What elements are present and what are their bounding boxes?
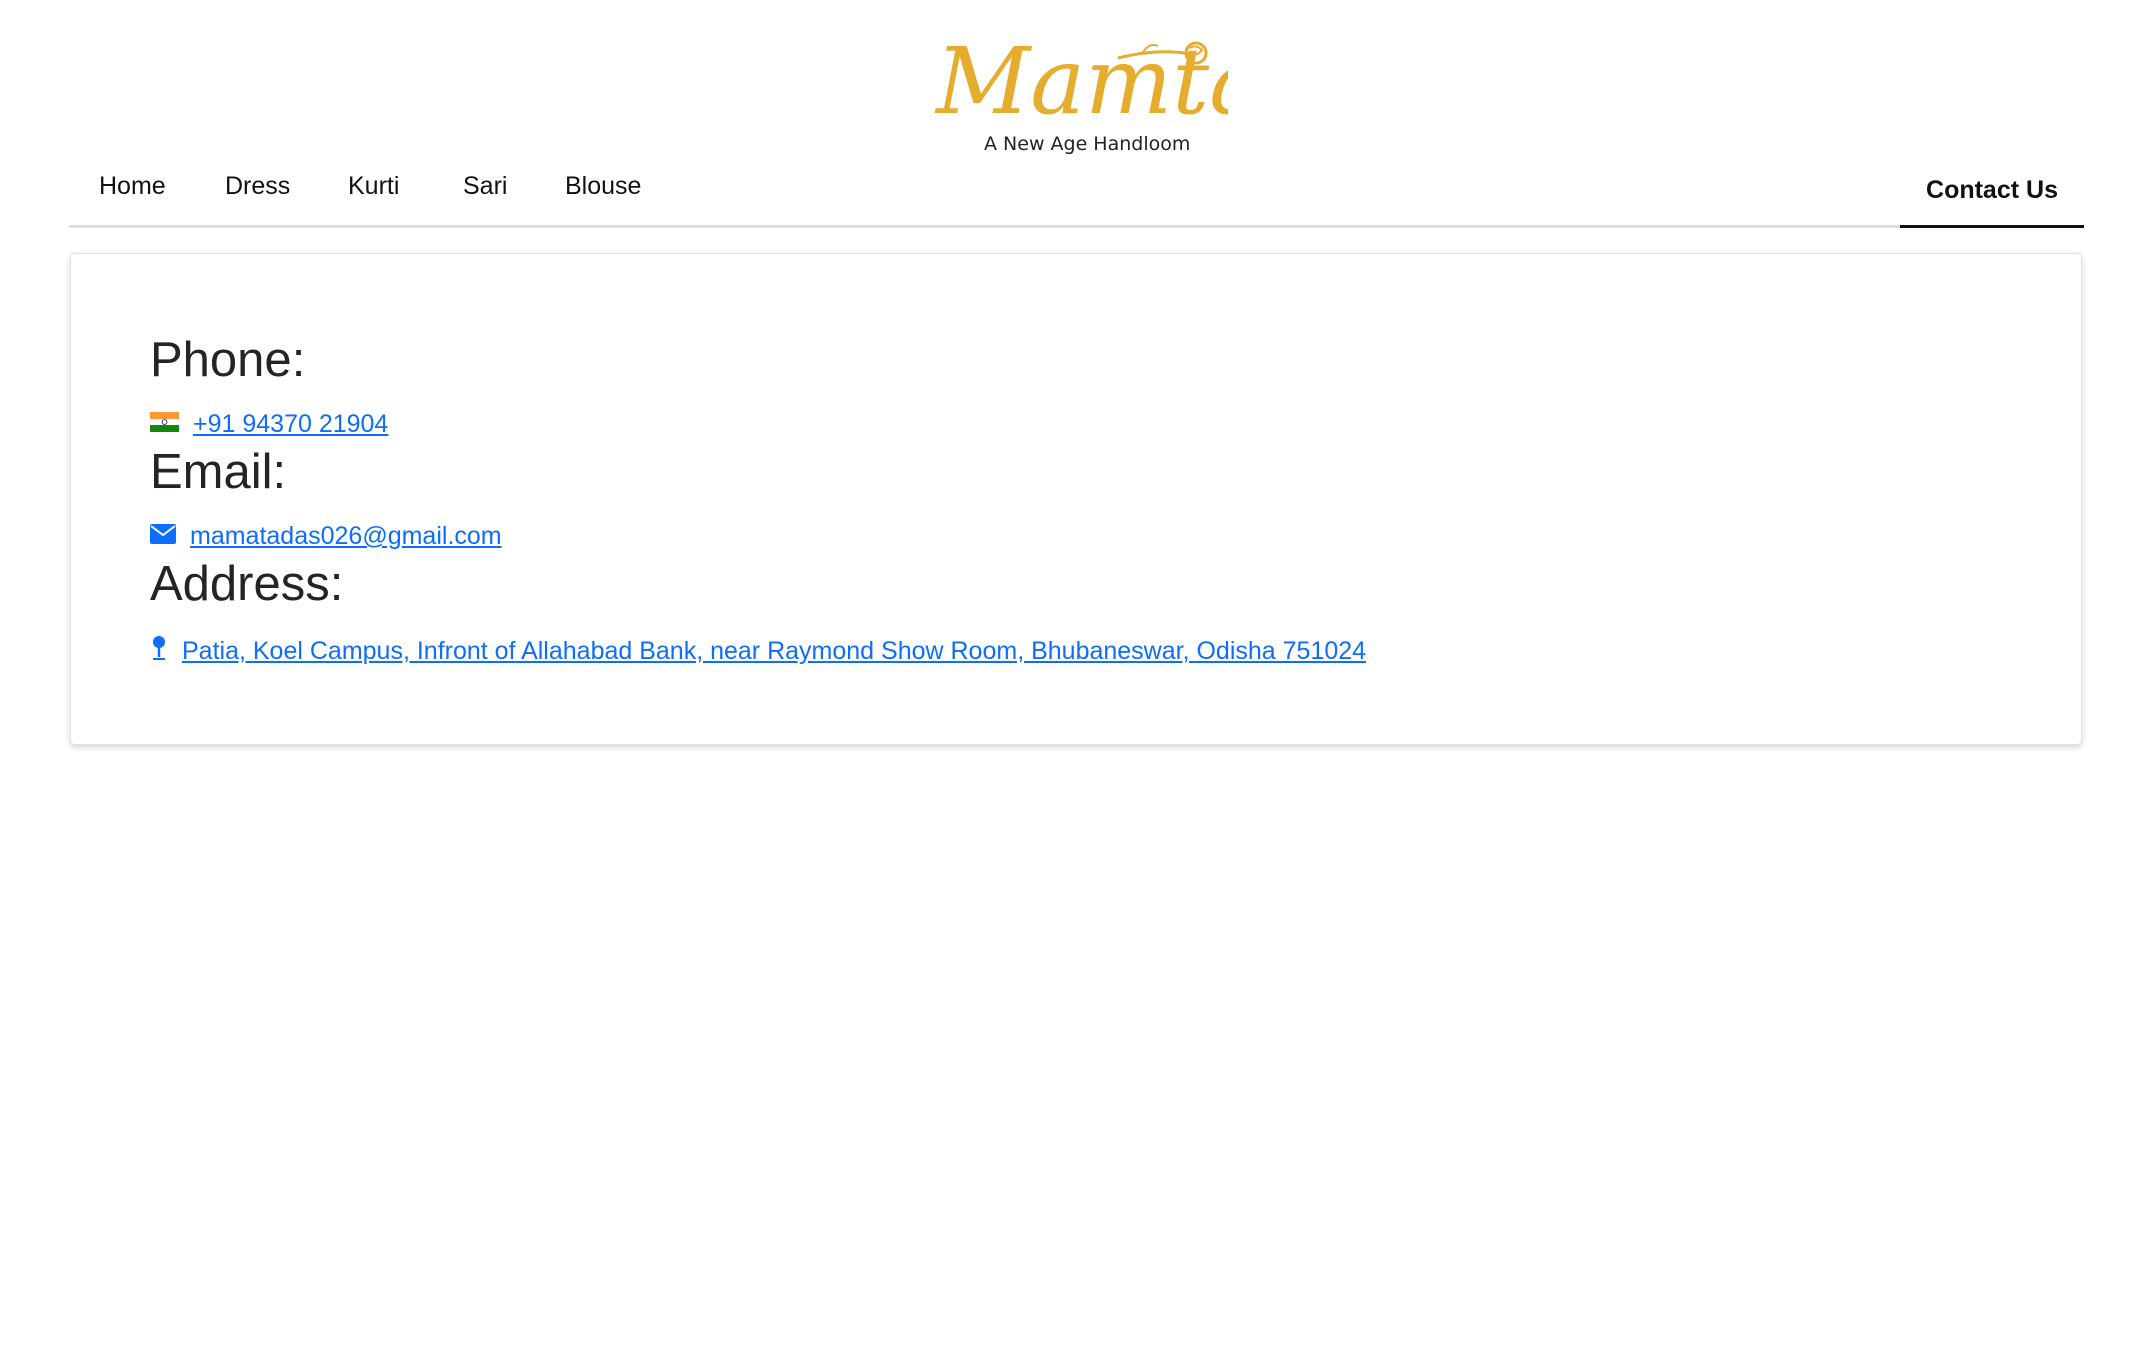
mamta-logo-graphic: Mamta A New Age Handloom <box>934 28 1228 155</box>
email-heading: Email: <box>150 445 287 499</box>
contact-card: Phone: +91 94370 21904 Email: mamatadas0… <box>70 253 2082 745</box>
address-link[interactable]: Patia, Koel Campus, Infront of Allahabad… <box>150 635 1366 668</box>
address-heading: Address: <box>150 557 344 611</box>
nav-item-blouse[interactable]: Blouse <box>565 172 641 201</box>
address-text: Patia, Koel Campus, Infront of Allahabad… <box>182 637 1367 665</box>
nav-item-dress[interactable]: Dress <box>225 172 290 201</box>
email-link[interactable]: mamatadas026@gmail.com <box>150 522 502 551</box>
logo-wordmark: Mamta <box>934 28 1228 135</box>
main-navbar: Home Dress Kurti Sari Blouse Contact Us <box>69 160 2084 228</box>
envelope-icon <box>150 522 176 551</box>
email-address: mamatadas026@gmail.com <box>190 522 502 550</box>
phone-heading: Phone: <box>150 333 306 387</box>
nav-item-contact-us[interactable]: Contact Us <box>1900 160 2084 228</box>
phone-link[interactable]: +91 94370 21904 <box>150 410 388 439</box>
brand-logo[interactable]: Mamta A New Age Handloom <box>928 18 1228 163</box>
nav-item-home[interactable]: Home <box>99 172 166 201</box>
india-flag-icon <box>150 410 179 439</box>
nav-item-kurti[interactable]: Kurti <box>348 172 399 201</box>
map-pin-icon <box>150 635 168 668</box>
phone-number: +91 94370 21904 <box>193 410 389 438</box>
logo-tagline: A New Age Handloom <box>984 133 1190 155</box>
nav-item-sari[interactable]: Sari <box>463 172 507 201</box>
